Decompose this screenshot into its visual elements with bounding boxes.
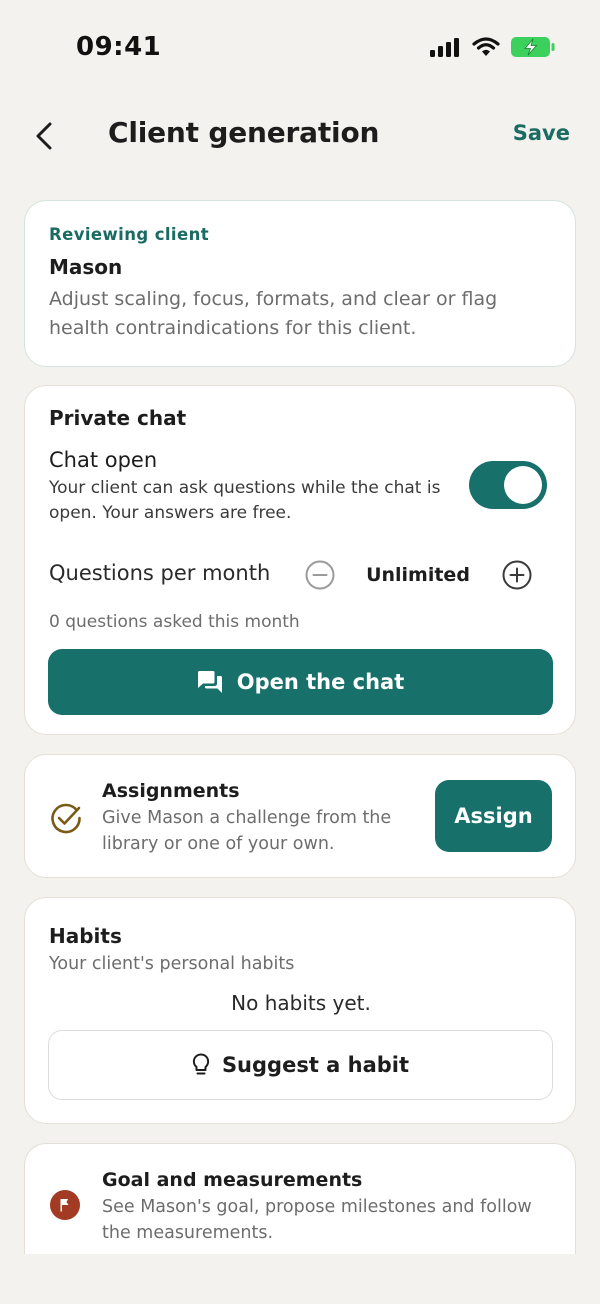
- status-bar: 09:41: [0, 0, 600, 96]
- wifi-icon: [472, 37, 500, 56]
- header: Client generation Save: [0, 96, 600, 176]
- assignments-card: Assignments Give Mason a challenge from …: [24, 754, 576, 878]
- habits-title: Habits: [49, 924, 122, 948]
- battery-charging-icon: [511, 37, 555, 57]
- habits-subtitle: Your client's personal habits: [49, 954, 295, 974]
- bottom-bar-background: [0, 1254, 600, 1304]
- questions-asked-count: 0 questions asked this month: [49, 612, 300, 632]
- goal-title: Goal and measurements: [102, 1169, 363, 1191]
- questions-per-month-value: Unlimited: [366, 564, 470, 586]
- increase-questions-button[interactable]: [501, 559, 533, 591]
- signal-icon: [430, 38, 459, 57]
- habits-empty-state: No habits yet.: [231, 991, 371, 1015]
- lightbulb-icon: [192, 1053, 210, 1075]
- assign-button[interactable]: Assign: [435, 780, 552, 852]
- client-name: Mason: [49, 255, 123, 279]
- goal-description: See Mason's goal, propose milestones and…: [102, 1197, 532, 1243]
- private-chat-title: Private chat: [49, 406, 187, 430]
- save-button[interactable]: Save: [513, 121, 570, 145]
- private-chat-card: Private chat Chat open Your client can a…: [24, 385, 576, 735]
- check-circle-icon: [51, 803, 81, 834]
- reviewing-client-eyebrow: Reviewing client: [49, 225, 210, 244]
- assignments-description: Give Mason a challenge from the library …: [102, 808, 392, 854]
- status-time: 09:41: [76, 32, 162, 62]
- flag-icon: [50, 1190, 80, 1220]
- chat-open-label: Chat open: [49, 448, 158, 472]
- chat-open-description: Your client can ask questions while the …: [49, 478, 441, 523]
- toggle-knob: [504, 466, 542, 504]
- questions-per-month-label: Questions per month: [49, 561, 271, 585]
- chat-bubbles-icon: [197, 671, 222, 693]
- decrease-questions-button[interactable]: [304, 559, 336, 591]
- chat-open-toggle[interactable]: [469, 461, 547, 509]
- suggest-habit-label: Suggest a habit: [221, 1053, 410, 1077]
- page-title: Client generation: [108, 116, 380, 149]
- assignments-title: Assignments: [102, 780, 240, 802]
- reviewing-client-card: Reviewing client Mason Adjust scaling, f…: [24, 200, 576, 367]
- back-button[interactable]: [26, 114, 62, 158]
- reviewing-client-description: Adjust scaling, focus, formats, and clea…: [49, 288, 498, 339]
- open-chat-button[interactable]: Open the chat: [48, 649, 553, 715]
- suggest-habit-button[interactable]: Suggest a habit: [48, 1030, 553, 1100]
- open-chat-label: Open the chat: [236, 670, 405, 694]
- habits-card: Habits Your client's personal habits No …: [24, 897, 576, 1124]
- chevron-left-icon: [36, 122, 52, 150]
- status-icons: [430, 36, 556, 58]
